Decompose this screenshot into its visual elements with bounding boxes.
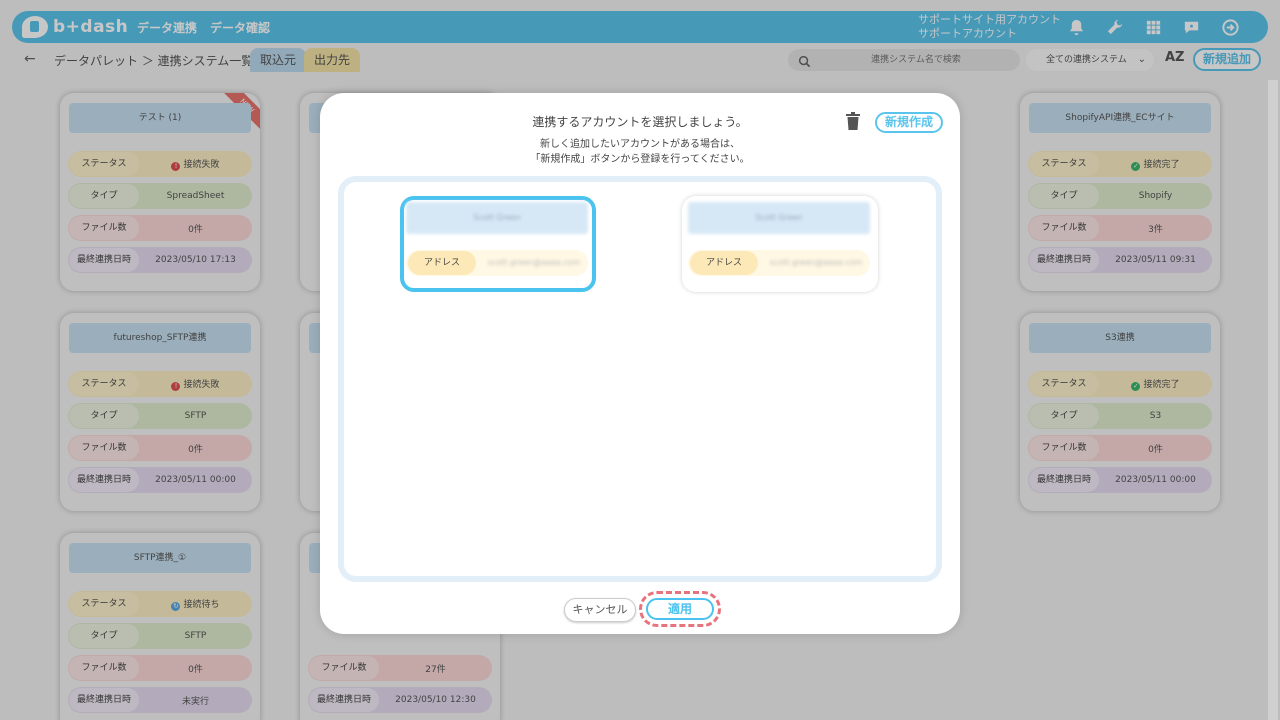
cancel-button[interactable]: キャンセル xyxy=(564,598,636,622)
apply-highlight: 適用 xyxy=(639,591,721,627)
account-select-modal: 連携するアカウントを選択しましょう。 新しく追加したいアカウントがある場合は、 … xyxy=(320,93,960,634)
address-label: アドレス xyxy=(690,251,758,275)
address-label: アドレス xyxy=(408,251,476,275)
account-address-row: アドレス scott.green@aaaa.com xyxy=(406,250,588,276)
account-list-panel: Scott Green アドレス scott.green@aaaa.com Sc… xyxy=(338,176,942,582)
apply-button[interactable]: 適用 xyxy=(646,598,714,620)
account-name: Scott Green xyxy=(406,202,588,234)
modal-subtitle-line2: 「新規作成」ボタンから登録を行ってください。 xyxy=(530,154,750,165)
account-card[interactable]: Scott Green アドレス scott.green@aaaa.com xyxy=(682,196,878,292)
address-value: scott.green@aaaa.com xyxy=(487,258,581,267)
address-value: scott.green@aaaa.com xyxy=(769,258,863,267)
account-name: Scott Green xyxy=(688,202,870,234)
modal-subtitle-line1: 新しく追加したいアカウントがある場合は、 xyxy=(540,139,740,150)
trash-icon[interactable] xyxy=(846,112,860,132)
modal-title: 連携するアカウントを選択しましょう。 xyxy=(532,115,748,129)
account-card-selected[interactable]: Scott Green アドレス scott.green@aaaa.com xyxy=(400,196,596,292)
new-account-button[interactable]: 新規作成 xyxy=(875,112,943,133)
account-address-row: アドレス scott.green@aaaa.com xyxy=(688,250,870,276)
page-scrollbar[interactable] xyxy=(1268,80,1278,720)
